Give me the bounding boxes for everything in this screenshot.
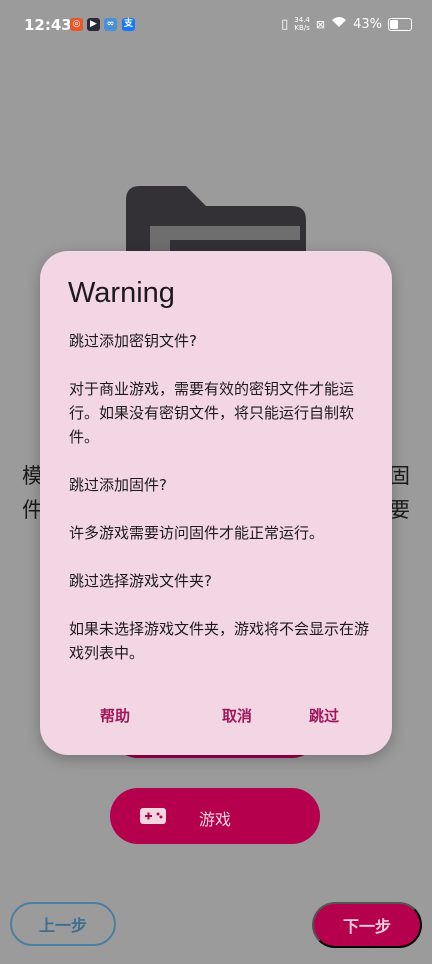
network-speed: 34.4 KB/s <box>294 16 310 32</box>
skip-keys-explanation: 对于商业游戏，需要有效的密钥文件才能运行。如果没有密钥文件，将只能运行自制软件。 <box>69 380 355 446</box>
previous-step-button[interactable]: 上一步 <box>10 902 116 946</box>
next-step-button[interactable]: 下一步 <box>312 902 422 948</box>
status-indicators: ▯ 34.4 KB/s ⊠ 43% <box>281 16 412 32</box>
games-button[interactable]: 游戏 <box>110 788 320 844</box>
video-app-icon: ▶ <box>87 18 100 31</box>
games-button-label: 游戏 <box>198 810 231 829</box>
help-button[interactable]: 帮助 <box>96 699 134 732</box>
cancel-button[interactable]: 取消 <box>218 699 256 732</box>
skip-firmware-explanation: 许多游戏需要访问固件才能正常运行。 <box>69 524 325 542</box>
skip-keys-question: 跳过添加密钥文件? <box>69 332 197 350</box>
battery-percent: 43% <box>353 16 382 32</box>
dialog-body: 跳过添加密钥文件? 对于商业游戏，需要有效的密钥文件才能运行。如果没有密钥文件，… <box>69 329 369 665</box>
status-bar: 12:43 ◎ ▶ ∞ 支 ▯ 34.4 KB/s ⊠ 43% <box>0 0 432 50</box>
status-time: 12:43 <box>24 16 72 34</box>
dialog-title: Warning <box>68 277 175 309</box>
vibrate-icon: ▯ <box>281 16 289 32</box>
skip-folder-question: 跳过选择游戏文件夹? <box>69 572 212 590</box>
warning-dialog: Warning 跳过添加密钥文件? 对于商业游戏，需要有效的密钥文件才能运行。如… <box>40 251 392 755</box>
link-app-icon: ∞ <box>104 18 117 31</box>
app-notification-icon: ◎ <box>70 18 83 31</box>
battery-icon <box>388 17 412 31</box>
skip-folder-explanation: 如果未选择游戏文件夹，游戏将不会显示在游戏列表中。 <box>69 620 370 662</box>
skip-button[interactable]: 跳过 <box>305 699 343 732</box>
background-text: 要 <box>389 498 410 522</box>
wifi-icon <box>331 16 347 32</box>
alipay-icon: 支 <box>122 18 135 31</box>
background-text: 固 <box>389 464 410 488</box>
skip-firmware-question: 跳过添加固件? <box>69 476 167 494</box>
no-sim-icon: ⊠ <box>315 17 326 31</box>
